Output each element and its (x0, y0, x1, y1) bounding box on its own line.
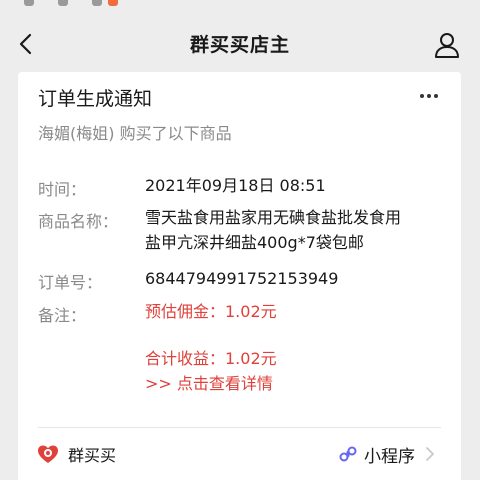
status-icon (58, 0, 68, 6)
order-number-value: 6844794991752153949 (145, 269, 339, 288)
profile-button[interactable] (430, 28, 464, 62)
note-label: 备注： (38, 306, 87, 325)
more-dot-icon (427, 94, 431, 98)
app-logo-icon (38, 445, 58, 463)
card-title: 订单生成通知 (38, 88, 153, 110)
more-button[interactable] (414, 84, 444, 108)
status-icon (108, 0, 118, 6)
order-number-label: 订单号： (38, 273, 103, 292)
card-subtitle: 海媚(梅姐) 购买了以下商品 (38, 124, 232, 143)
estimated-commission: 预估佣金：1.02元 (145, 302, 277, 321)
total-earnings: 合计收益：1.02元 (145, 349, 277, 368)
more-dot-icon (434, 94, 438, 98)
status-icon (92, 0, 102, 6)
chevron-right-icon (426, 447, 434, 461)
status-bar (0, 0, 480, 14)
status-icon (24, 0, 34, 6)
order-notification-card[interactable]: 订单生成通知 海媚(梅姐) 购买了以下商品 时间： 2021年09月18日 08… (18, 72, 461, 480)
product-name-line2: 盐甲亢深井细盐400g*7袋包邮 (145, 233, 364, 252)
more-dot-icon (420, 94, 424, 98)
app-name: 群买买 (68, 446, 117, 465)
user-icon (435, 33, 459, 58)
mini-program-icon (339, 446, 357, 462)
product-name-line1: 雪天盐食用盐家用无碘食盐批发食用 (145, 208, 402, 227)
time-label: 时间： (38, 180, 87, 199)
time-value: 2021年09月18日 08:51 (145, 176, 326, 195)
mini-program-label: 小程序 (364, 446, 415, 467)
view-details-link[interactable]: >> 点击查看详情 (145, 371, 273, 396)
nav-bar: 群买买店主 (0, 14, 480, 74)
card-footer: 群买买 小程序 (18, 428, 461, 480)
product-name-label: 商品名称： (38, 212, 119, 231)
page-title: 群买买店主 (189, 34, 290, 56)
mini-program-link[interactable]: 小程序 (338, 440, 435, 468)
